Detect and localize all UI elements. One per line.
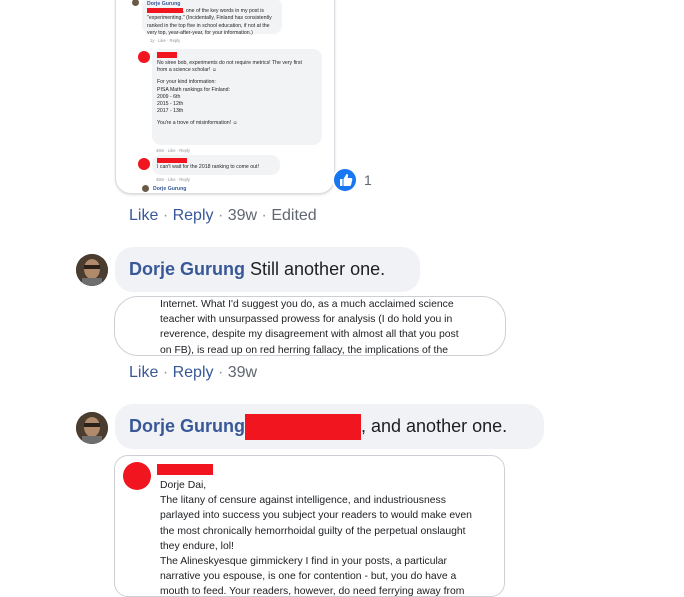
redaction-block xyxy=(245,414,361,441)
redaction-block xyxy=(157,464,213,475)
avatar[interactable] xyxy=(76,254,108,286)
redaction-block xyxy=(157,52,177,58)
comment-text: Still another one. xyxy=(250,259,386,279)
like-reaction-badge[interactable] xyxy=(332,167,358,193)
screenshot-line: mouth to feed. Your readers, however, do… xyxy=(160,586,465,597)
comment-author[interactable]: Dorje Gurung xyxy=(129,259,245,279)
timestamp[interactable]: 39w xyxy=(228,207,257,224)
user-photo-icon xyxy=(76,254,108,286)
screenshot-line: the most chronically hemorrhoidal guilty… xyxy=(160,525,466,537)
mini-avatar xyxy=(132,0,139,6)
mini-comment-2: No siree bob, experiments do not require… xyxy=(152,49,322,145)
reply-link[interactable]: Reply xyxy=(173,207,214,224)
screenshot-line: reverence, despite my disagreement with … xyxy=(160,329,459,341)
mini-comment-1: Dorje Gurung , one of the key words in m… xyxy=(142,0,282,36)
screenshot-line: narrative you espouse, is one for conten… xyxy=(160,571,457,583)
comment-actions-2: Like · Reply · 39w xyxy=(129,364,258,381)
mini-comment-3: I can't wait for the 2018 ranking to com… xyxy=(152,155,280,175)
comment-actions-1: Like · Reply · 39w · Edited xyxy=(129,207,317,224)
screenshot-line: on FB), is read up on red herring fallac… xyxy=(160,344,449,356)
screenshot-line: The Alineskyesque gimmickery I find in y… xyxy=(160,556,448,568)
like-link[interactable]: Like xyxy=(129,364,158,381)
timestamp[interactable]: 39w xyxy=(228,364,257,381)
redaction-block xyxy=(157,158,187,163)
avatar[interactable] xyxy=(76,412,108,444)
user-photo-icon xyxy=(76,412,108,444)
comment-bubble-3: Dorje Gurung , and another one. xyxy=(115,404,544,449)
reply-link[interactable]: Reply xyxy=(173,364,214,381)
redacted-avatar xyxy=(138,51,150,63)
screenshot-line: they endure, lol! xyxy=(160,540,234,552)
mini-avatar xyxy=(142,185,149,192)
redaction-block xyxy=(147,8,183,14)
thumbs-up-icon xyxy=(340,174,353,186)
screenshot-line: The litany of censure against intelligen… xyxy=(160,495,446,507)
embedded-screenshot-1[interactable]: Dorje Gurung , one of the key words in m… xyxy=(115,0,335,194)
edited-label[interactable]: Edited xyxy=(271,207,316,224)
screenshot-line: parlayed into success you subject your r… xyxy=(160,510,472,522)
reaction-count: 1 xyxy=(364,172,372,188)
comment-text: , and another one. xyxy=(361,416,508,436)
redacted-avatar xyxy=(123,462,151,490)
comment-bubble-2: Dorje Gurung Still another one. xyxy=(115,247,420,292)
redacted-avatar xyxy=(138,158,150,170)
screenshot-line: Dorje Dai, xyxy=(160,480,207,491)
mini-actions: 1y · Like · Reply xyxy=(150,38,181,43)
mini-author: Dorje Gurung xyxy=(147,1,181,7)
like-link[interactable]: Like xyxy=(129,207,158,224)
embedded-screenshot-2[interactable]: Internet. What I'd suggest you do, as a … xyxy=(114,296,506,356)
screenshot-line: teacher with unsurpassed prowess for ana… xyxy=(160,314,453,326)
embedded-screenshot-3[interactable]: Dorje Dai, The litany of censure against… xyxy=(114,455,505,597)
screenshot-line: Internet. What I'd suggest you do, as a … xyxy=(160,299,454,310)
mini-author: Dorje Gurung xyxy=(153,186,187,192)
mini-actions: 48m · Like · Reply xyxy=(156,148,190,153)
comment-author[interactable]: Dorje Gurung xyxy=(129,416,245,436)
mini-actions: 48m · Like · Reply xyxy=(156,177,190,182)
